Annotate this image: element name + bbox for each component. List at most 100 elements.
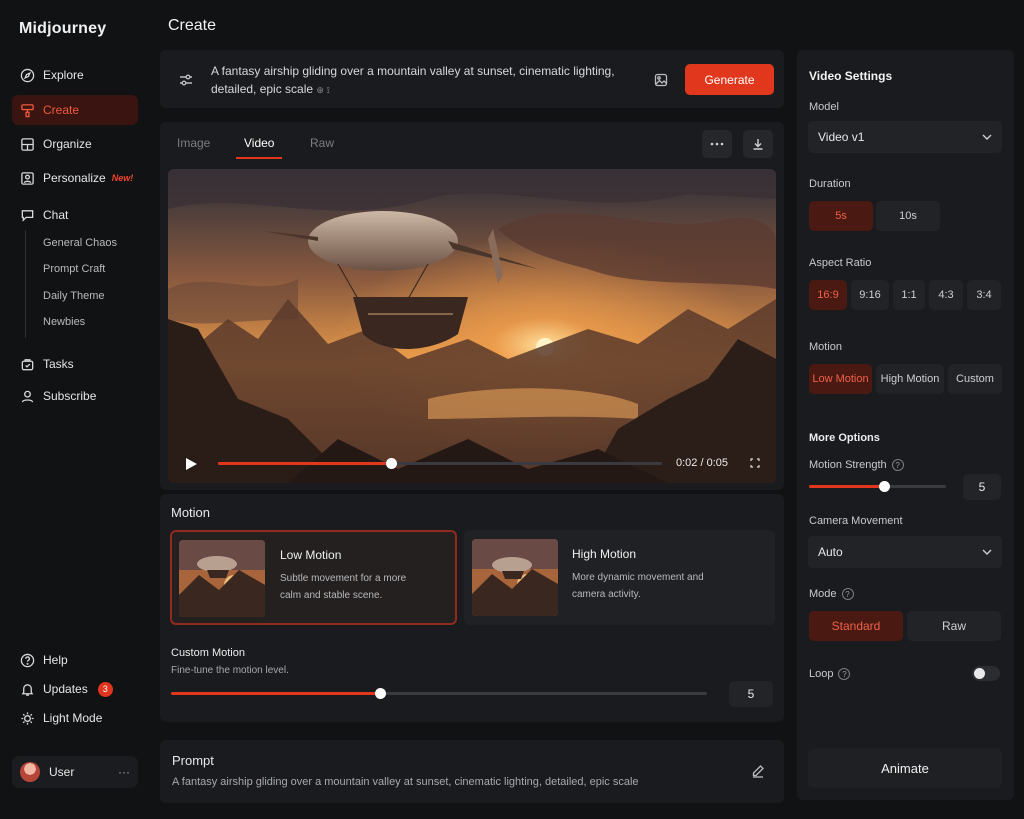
motion-strength-value[interactable]: 5 (963, 474, 1001, 500)
low-motion-thumbnail (179, 540, 265, 617)
updates-count-badge: 3 (97, 681, 113, 697)
custom-motion-title: Custom Motion (171, 647, 245, 659)
more-icon (710, 142, 724, 146)
sidebar-item-light-mode[interactable]: Light Mode (12, 703, 138, 733)
video-frame-image (168, 169, 776, 483)
prompt-input[interactable]: A fantasy airship gliding over a mountai… (211, 62, 631, 99)
motion-option-custom[interactable]: Custom (948, 364, 1002, 394)
aspect-ratio-label: Aspect Ratio (809, 257, 872, 269)
sidebar-item-create[interactable]: Create (12, 95, 138, 125)
sidebar-item-label: Tasks (43, 357, 74, 371)
info-icon[interactable]: ? (838, 668, 851, 681)
camera-movement-value: Auto (818, 545, 843, 559)
loop-toggle[interactable] (972, 666, 1000, 681)
high-motion-card[interactable]: High Motion More dynamic movement and ca… (464, 530, 775, 625)
sidebar-item-chat[interactable]: Chat (12, 200, 138, 230)
custom-motion-value[interactable]: 5 (729, 681, 773, 707)
motion-strength-fill (809, 485, 884, 488)
sidebar-item-subscribe[interactable]: Subscribe (12, 381, 138, 411)
sidebar-item-tasks[interactable]: Tasks (12, 349, 138, 379)
model-label: Model (809, 101, 839, 113)
sidebar-item-label: Chat (43, 208, 69, 222)
video-time: 0:02 / 0:05 (676, 457, 728, 469)
video-player[interactable] (168, 169, 776, 483)
chat-tree-line (25, 230, 26, 338)
chat-room-general-chaos[interactable]: General Chaos (43, 237, 117, 249)
sidebar-item-updates[interactable]: Updates 3 (12, 674, 138, 704)
motion-strength-label-text: Motion Strength (809, 459, 887, 471)
download-icon (753, 139, 763, 150)
video-progress-handle[interactable] (386, 458, 397, 469)
tab-raw[interactable]: Raw (310, 136, 334, 150)
prompt-heading: Prompt (172, 753, 214, 768)
edit-icon[interactable] (751, 764, 765, 778)
custom-motion-handle[interactable] (375, 688, 386, 699)
avatar (20, 762, 40, 782)
app-logo: Midjourney (19, 20, 107, 37)
help-icon (20, 653, 35, 667)
sidebar-item-label: Organize (43, 137, 92, 151)
sidebar-item-label: Subscribe (43, 389, 97, 403)
image-upload-icon[interactable] (653, 72, 669, 88)
user-menu-icon[interactable]: ··· (118, 765, 130, 779)
motion-setting-label: Motion (809, 341, 843, 353)
sidebar-item-label: Light Mode (43, 711, 103, 725)
motion-option-high[interactable]: High Motion (876, 364, 944, 394)
motion-option-low[interactable]: Low Motion (809, 364, 872, 394)
mode-option-standard[interactable]: Standard (809, 611, 903, 641)
generate-button[interactable]: Generate (685, 64, 774, 95)
play-icon[interactable] (184, 457, 198, 471)
sidebar-item-label: Updates (43, 682, 88, 696)
sidebar-item-label: Help (43, 653, 68, 667)
bell-icon (21, 683, 34, 696)
loop-label: Loop? (809, 668, 851, 681)
loop-label-text: Loop (809, 668, 834, 680)
duration-option-10s[interactable]: 10s (876, 201, 940, 231)
tab-image[interactable]: Image (177, 136, 210, 150)
prompt-input-text: A fantasy airship gliding over a mountai… (211, 64, 615, 96)
user-card[interactable]: User ··· (12, 756, 138, 788)
sidebar-item-help[interactable]: Help (12, 645, 138, 675)
sidebar-item-explore[interactable]: Explore (12, 60, 138, 90)
aspect-option-4-3[interactable]: 4:3 (929, 280, 963, 310)
duration-option-5s[interactable]: 5s (809, 201, 873, 231)
fullscreen-icon[interactable] (750, 458, 760, 468)
aspect-option-9-16[interactable]: 9:16 (851, 280, 889, 310)
mode-option-raw[interactable]: Raw (907, 611, 1001, 641)
low-motion-card[interactable]: Low Motion Subtle movement for a more ca… (170, 530, 457, 625)
sidebar-item-label: Personalize (43, 171, 106, 185)
settings-title: Video Settings (809, 69, 893, 83)
high-motion-description: More dynamic movement and camera activit… (572, 572, 704, 600)
sidebar-item-personalize[interactable]: Personalize New! (12, 163, 138, 193)
prompt-panel (160, 740, 784, 803)
info-icon[interactable]: ? (891, 459, 904, 472)
tab-video[interactable]: Video (244, 136, 274, 150)
download-button[interactable] (743, 130, 773, 158)
motion-heading: Motion (171, 505, 211, 520)
chat-room-newbies[interactable]: Newbies (43, 316, 85, 328)
chevron-down-icon (982, 134, 992, 140)
aspect-option-1-1[interactable]: 1:1 (893, 280, 925, 310)
sliders-icon[interactable] (178, 72, 194, 88)
tasks-icon (21, 358, 34, 370)
model-select[interactable]: Video v1 (808, 121, 1002, 153)
custom-motion-description: Fine-tune the motion level. (171, 665, 289, 676)
duration-label: Duration (809, 178, 851, 190)
sidebar-item-organize[interactable]: Organize (12, 129, 138, 159)
new-badge: New! (111, 173, 134, 183)
aspect-option-3-4[interactable]: 3:4 (967, 280, 1001, 310)
more-options-button[interactable] (702, 130, 732, 158)
prompt-text: A fantasy airship gliding over a mountai… (172, 776, 639, 788)
aspect-option-16-9[interactable]: 16:9 (809, 280, 847, 310)
motion-strength-handle[interactable] (879, 481, 890, 492)
chat-icon (21, 209, 34, 222)
low-motion-description: Subtle movement for a more calm and stab… (280, 573, 407, 601)
info-icon[interactable]: ? (841, 588, 854, 601)
mode-label: Mode? (809, 588, 854, 601)
motion-strength-label: Motion Strength? (809, 459, 904, 472)
chat-room-prompt-craft[interactable]: Prompt Craft (43, 263, 105, 275)
custom-motion-fill (171, 692, 380, 695)
animate-button[interactable]: Animate (808, 748, 1002, 788)
camera-movement-select[interactable]: Auto (808, 536, 1002, 568)
chat-room-daily-theme[interactable]: Daily Theme (43, 290, 105, 302)
